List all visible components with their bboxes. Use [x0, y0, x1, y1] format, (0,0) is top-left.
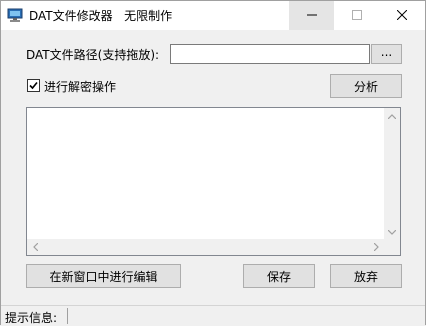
path-input[interactable] [170, 44, 370, 64]
analyze-button[interactable]: 分析 [330, 74, 402, 98]
editor-textarea[interactable] [26, 107, 401, 256]
browse-button[interactable]: ... [371, 44, 402, 64]
scroll-corner [384, 239, 400, 255]
minimize-icon [306, 9, 317, 23]
close-icon [396, 9, 407, 23]
checkmark-icon [28, 80, 39, 94]
close-button[interactable] [379, 1, 424, 30]
computer-monitor-icon [7, 8, 23, 23]
save-button[interactable]: 保存 [243, 264, 315, 288]
decrypt-checkbox[interactable] [27, 79, 40, 92]
maximize-button[interactable] [334, 1, 379, 30]
window-title: DAT文件修改器 无限制作 [29, 9, 173, 23]
discard-button[interactable]: 放弃 [330, 264, 402, 288]
decrypt-label[interactable]: 进行解密操作 [44, 78, 116, 95]
vertical-scrollbar[interactable] [384, 108, 400, 240]
status-separator [67, 308, 68, 324]
status-label: 提示信息: [5, 311, 58, 325]
scroll-right-icon[interactable] [368, 239, 384, 255]
maximize-icon [351, 9, 362, 23]
title-bar[interactable]: DAT文件修改器 无限制作 [1, 1, 425, 30]
path-label: DAT文件路径(支持拖放): [26, 48, 160, 62]
scroll-left-icon[interactable] [27, 239, 43, 255]
scroll-down-icon[interactable] [384, 224, 400, 240]
scroll-up-icon[interactable] [384, 108, 400, 124]
status-bar: 提示信息: [1, 305, 425, 325]
horizontal-scrollbar[interactable] [27, 239, 384, 255]
minimize-button[interactable] [289, 1, 334, 30]
edit-in-new-window-button[interactable]: 在新窗口中进行编辑 [26, 264, 181, 288]
main-window: DAT文件修改器 无限制作 DAT文件路径(支持拖放): ... 进行解密操作 … [0, 0, 426, 325]
